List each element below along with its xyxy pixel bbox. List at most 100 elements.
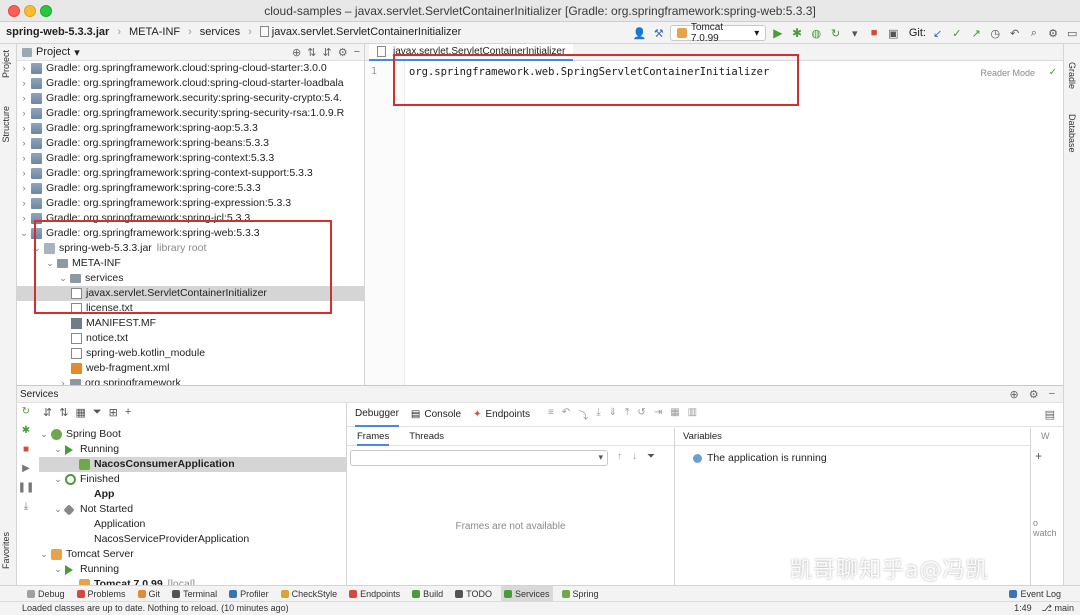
hide-icon[interactable]: − — [1049, 388, 1055, 401]
trace-icon[interactable]: ▥ — [688, 407, 697, 422]
tool-tab-services[interactable]: Services — [501, 585, 553, 602]
inspection-ok-icon[interactable]: ✓ — [1049, 67, 1057, 78]
step-icon[interactable]: ⤓ — [24, 501, 28, 512]
project-tree-item[interactable]: › Gradle: org.springframework.security:sp… — [17, 106, 364, 121]
project-tree-item[interactable]: web-fragment.xml — [17, 361, 364, 376]
git-commit-icon[interactable]: ✓ — [949, 25, 964, 41]
services-tree-item[interactable]: App — [39, 487, 346, 502]
project-structure-icon[interactable]: ▣ — [886, 25, 901, 41]
force-step-into-icon[interactable]: ⇓ — [609, 407, 617, 422]
collapse-all-icon[interactable]: ⇅ — [307, 46, 316, 59]
step-over-icon[interactable]: ⤵ — [578, 407, 588, 422]
chevron-right-icon[interactable]: › — [19, 151, 29, 166]
settings-icon[interactable]: ⚙ — [1045, 25, 1060, 41]
git-rollback-icon[interactable]: ↶ — [1007, 25, 1022, 41]
hammer-icon[interactable]: ⚒ — [651, 25, 666, 41]
chevron-down-icon[interactable]: ⌄ — [53, 502, 63, 517]
pause-icon[interactable]: ❚❚ — [18, 482, 35, 493]
chevron-right-icon[interactable]: › — [19, 196, 29, 211]
chevron-down-icon[interactable]: ⌄ — [39, 547, 49, 562]
presentation-icon[interactable]: ▭ — [1065, 25, 1080, 41]
arrow-down-icon[interactable]: ↓ — [632, 451, 637, 462]
debug-icon[interactable]: ✱ — [789, 25, 804, 41]
expand-all-icon[interactable]: ⇵ — [322, 46, 331, 59]
chevron-down-icon[interactable]: ⌄ — [53, 442, 63, 457]
services-tree-item[interactable]: NacosConsumerApplication — [39, 457, 346, 472]
services-tree-item[interactable]: Application — [39, 517, 346, 532]
locate-icon[interactable]: ⊕ — [1009, 388, 1018, 401]
run-icon[interactable]: ▶ — [770, 25, 785, 41]
git-branch[interactable]: ⎇ main — [1042, 603, 1074, 614]
tool-tab-debug[interactable]: Debug — [24, 586, 68, 602]
chevron-right-icon[interactable]: › — [19, 211, 29, 226]
breadcrumb-item-file[interactable]: javax.servlet.ServletContainerInitialize… — [259, 26, 461, 38]
tab-endpoints[interactable]: ✦ Endpoints — [473, 403, 530, 427]
resume-icon[interactable]: ▶ — [22, 463, 30, 474]
chevron-down-icon[interactable]: ⌄ — [39, 427, 49, 442]
add-watch-icon[interactable]: + — [1035, 449, 1042, 463]
reader-mode-toggle[interactable]: Reader Mode — [980, 68, 1035, 78]
stop-icon[interactable]: ■ — [866, 25, 881, 41]
filter-icon[interactable]: ⏷ — [647, 451, 655, 462]
run-to-cursor-icon[interactable]: ⇥ — [654, 407, 662, 422]
database-tool-tab[interactable]: Database — [1067, 114, 1077, 153]
layout-icon[interactable]: ▤ — [1045, 408, 1055, 421]
tool-tab-terminal[interactable]: Terminal — [169, 586, 220, 602]
project-tree-item[interactable]: notice.txt — [17, 331, 364, 346]
tool-tab-spring[interactable]: Spring — [559, 586, 602, 602]
more-run-options-icon[interactable]: ▾ — [847, 25, 862, 41]
menu-icon[interactable]: ≡ — [548, 407, 554, 422]
services-tree-item[interactable]: ⌄ Tomcat Server — [39, 547, 346, 562]
services-tree-item[interactable]: NacosServiceProviderApplication — [39, 532, 346, 547]
services-tree-item[interactable]: ⌄ Spring Boot — [39, 427, 346, 442]
chevron-down-icon[interactable]: ⌄ — [19, 226, 29, 241]
chevron-down-icon[interactable]: ⌄ — [53, 562, 63, 577]
chevron-right-icon[interactable]: › — [19, 181, 29, 196]
project-tree-item[interactable]: › Gradle: org.springframework:spring-aop:… — [17, 121, 364, 136]
locate-icon[interactable]: ⊕ — [292, 46, 301, 59]
tool-tab-checkstyle[interactable]: CheckStyle — [278, 586, 341, 602]
event-log-button[interactable]: Event Log — [1006, 586, 1064, 602]
hide-icon[interactable]: − — [354, 46, 360, 59]
tool-tab-problems[interactable]: Problems — [74, 586, 129, 602]
chevron-right-icon[interactable]: › — [19, 91, 29, 106]
chevron-right-icon[interactable]: › — [19, 76, 29, 91]
chevron-right-icon[interactable]: › — [58, 376, 68, 385]
project-tree-item[interactable]: MANIFEST.MF — [17, 316, 364, 331]
project-tree-item[interactable]: › Gradle: org.springframework.cloud:sprin… — [17, 61, 364, 76]
services-tree-item[interactable]: ⌄ Running — [39, 562, 346, 577]
services-tree-item[interactable]: ⌄ Running — [39, 442, 346, 457]
structure-tool-tab[interactable]: Structure — [1, 106, 11, 143]
chevron-down-icon[interactable]: ▾ — [74, 46, 80, 59]
thread-select[interactable]: ▾ — [350, 450, 608, 466]
filter-icon[interactable]: ⏷ — [93, 406, 102, 419]
tab-debugger[interactable]: Debugger — [355, 403, 399, 427]
project-tree-item[interactable]: › Gradle: org.springframework:spring-bean… — [17, 136, 364, 151]
tool-tab-todo[interactable]: TODO — [452, 586, 495, 602]
git-push-icon[interactable]: ↗ — [968, 25, 983, 41]
gear-icon[interactable]: ⚙ — [338, 46, 348, 59]
new-tab-icon[interactable]: ⊞ — [109, 406, 118, 419]
project-tree-item[interactable]: › Gradle: org.springframework:spring-cont… — [17, 151, 364, 166]
chevron-right-icon[interactable]: › — [19, 121, 29, 136]
project-tool-tab[interactable]: Project — [1, 50, 11, 78]
search-icon[interactable]: ⌕ — [1026, 25, 1041, 41]
step-into-icon[interactable]: ⤓ — [596, 407, 600, 422]
show-execution-point-icon[interactable]: ↶ — [562, 407, 570, 422]
services-tree-item[interactable]: ⌄ Not Started — [39, 502, 346, 517]
debug-icon[interactable]: ✱ — [22, 425, 30, 436]
tab-console[interactable]: ▤ Console — [411, 403, 461, 427]
gear-icon[interactable]: ⚙ — [1029, 388, 1039, 401]
project-tree-item[interactable]: spring-web.kotlin_module — [17, 346, 364, 361]
project-tree-item[interactable]: › Gradle: org.springframework:spring-core… — [17, 181, 364, 196]
git-update-icon[interactable]: ↙ — [930, 25, 945, 41]
project-tree-item[interactable]: › org.springframework — [17, 376, 364, 385]
stop-icon[interactable]: ■ — [23, 444, 29, 455]
add-service-icon[interactable]: + — [125, 406, 131, 418]
breadcrumb-item[interactable]: services — [200, 26, 240, 38]
git-history-icon[interactable]: ◷ — [988, 25, 1003, 41]
group-icon[interactable]: ▦ — [75, 406, 85, 419]
chevron-right-icon[interactable]: › — [19, 61, 29, 76]
user-icon[interactable]: 👤 — [632, 25, 647, 41]
profile-icon[interactable]: ↻ — [828, 25, 843, 41]
